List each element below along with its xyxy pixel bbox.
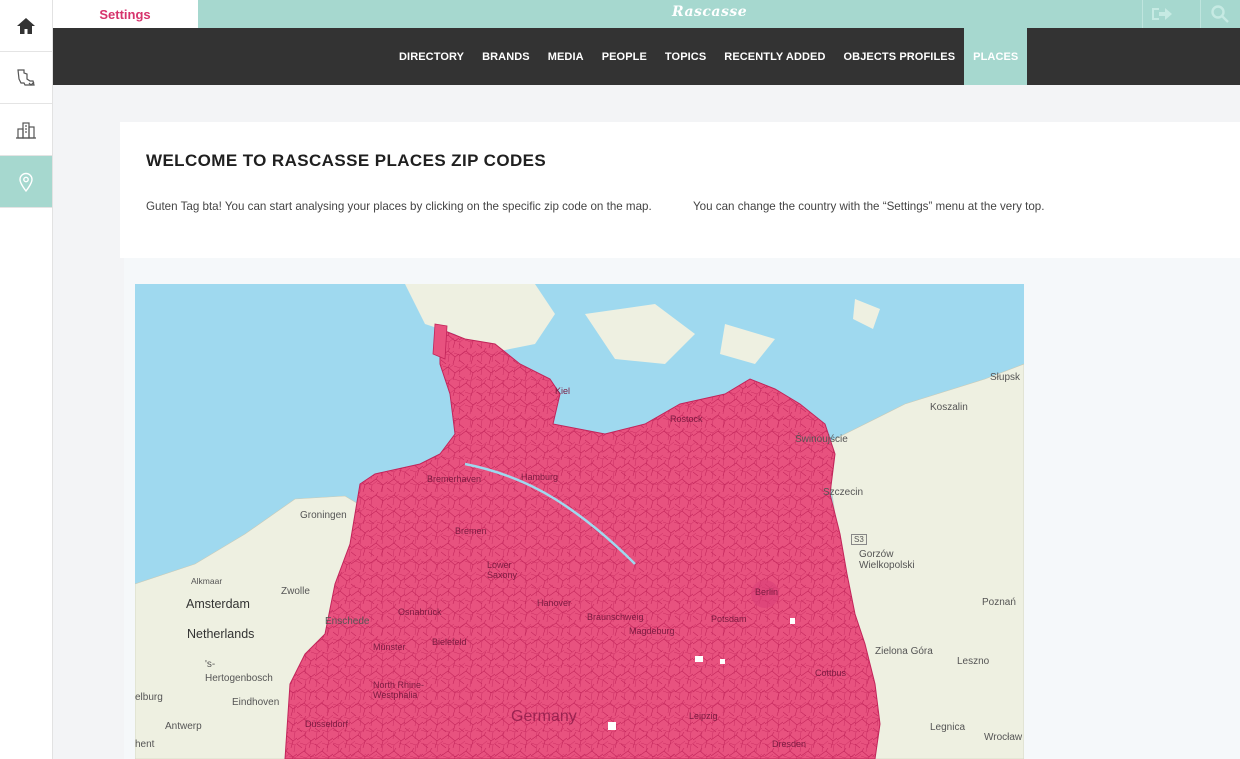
nav-media[interactable]: MEDIA <box>539 28 593 85</box>
nav-places[interactable]: PLACES <box>964 28 1028 85</box>
sidebar <box>0 0 53 759</box>
map-label-city: Berlin <box>755 587 779 597</box>
map-label-city: Groningen <box>300 510 347 521</box>
map-label-city: Düsseldorf <box>305 719 349 729</box>
map-label-city: Gorzów Wielkopolski <box>859 549 915 571</box>
map-label-city: Eindhoven <box>232 697 280 708</box>
top-bar: Settings Rascasse <box>52 0 1240 28</box>
map-label-city: Szczecin <box>823 487 864 498</box>
map-label-city: Leipzig <box>689 711 718 721</box>
map-label-city: Koszalin <box>930 402 968 413</box>
map-label-country: Germany <box>511 708 577 725</box>
nav-objects-profiles[interactable]: OBJECTS PROFILES <box>835 28 965 85</box>
map-label-city: Magdeburg <box>629 626 675 636</box>
search-button[interactable] <box>1200 0 1239 28</box>
map-label-city: Münster <box>373 642 406 652</box>
buildings-icon <box>16 121 36 139</box>
nav-people[interactable]: PEOPLE <box>593 28 656 85</box>
map-label-city: Słupsk <box>990 372 1021 383</box>
map-label-city: Hanover <box>537 598 572 608</box>
map-label-city: Potsdam <box>711 614 747 624</box>
nav-recently-added[interactable]: RECENTLY ADDED <box>715 28 834 85</box>
welcome-text: Guten Tag bta! You can start analysing y… <box>146 200 652 213</box>
map-label-city: Amsterdam <box>186 597 250 611</box>
location-pin-icon <box>19 172 33 192</box>
map-label-city: Zwolle <box>281 586 310 597</box>
map-label-city: Zielona Góra <box>875 646 933 657</box>
map-region-icon <box>17 68 35 86</box>
map-label-city: Antwerp <box>165 721 202 732</box>
map-label-road: S3 <box>851 534 867 545</box>
brand-logo: Rascasse <box>672 4 748 20</box>
sidebar-item-buildings[interactable] <box>0 104 52 156</box>
map-label-city: Enschede <box>325 616 370 627</box>
settings-button[interactable]: Settings <box>52 0 198 28</box>
map-label-city: Bremen <box>455 526 487 536</box>
sidebar-item-home[interactable] <box>0 0 52 52</box>
logout-icon <box>1152 8 1172 20</box>
map-label-city: Dresden <box>772 739 807 749</box>
search-icon <box>1211 5 1229 23</box>
map-label-city: 's-Hertogenbosch <box>205 659 273 684</box>
map-label-city: Poznań <box>982 597 1016 608</box>
map-label-city: hent <box>135 739 155 750</box>
map-label-city: Cottbus <box>815 668 847 678</box>
logout-button[interactable] <box>1142 0 1181 28</box>
map-label-city: Hamburg <box>521 472 559 482</box>
map-label-city: Leszno <box>957 656 990 667</box>
map-label-city: Świnoujście <box>795 434 848 445</box>
map-canvas[interactable] <box>135 284 1024 759</box>
sidebar-item-places[interactable] <box>0 156 52 208</box>
map-label-city: Bremerhaven <box>427 474 482 484</box>
map-label-city: Rostock <box>670 414 703 424</box>
map-label-region: North Rhine-Westphalia <box>373 680 425 700</box>
sidebar-item-regions[interactable] <box>0 52 52 104</box>
map-label-city: Kiel <box>555 386 571 396</box>
welcome-panel: WELCOME TO RASCASSE PLACES ZIP CODES Gut… <box>120 122 1240 258</box>
home-icon <box>17 17 35 34</box>
main-nav: DIRECTORY BRANDS MEDIA PEOPLE TOPICS REC… <box>52 28 1240 85</box>
map-label-city: Legnica <box>930 722 966 733</box>
zip-code-map[interactable]: Słupsk Koszalin Świnoujście Szczecin S3 … <box>135 284 1024 759</box>
map-label-city: elburg <box>135 692 163 703</box>
settings-hint: You can change the country with the “Set… <box>693 200 1045 213</box>
nav-directory[interactable]: DIRECTORY <box>390 28 473 85</box>
map-label-city: Braunschweig <box>587 612 644 622</box>
map-label-city: Osnabrück <box>398 607 442 617</box>
page-title: WELCOME TO RASCASSE PLACES ZIP CODES <box>146 151 547 170</box>
map-label-region: Lower Saxony <box>487 560 518 580</box>
nav-topics[interactable]: TOPICS <box>656 28 715 85</box>
map-label-city: Alkmaar <box>191 576 223 586</box>
map-label-city: Bielefeld <box>432 637 467 647</box>
nav-brands[interactable]: BRANDS <box>473 28 539 85</box>
map-label-city: Wrocław <box>984 732 1023 743</box>
map-label-country: Netherlands <box>187 627 255 641</box>
